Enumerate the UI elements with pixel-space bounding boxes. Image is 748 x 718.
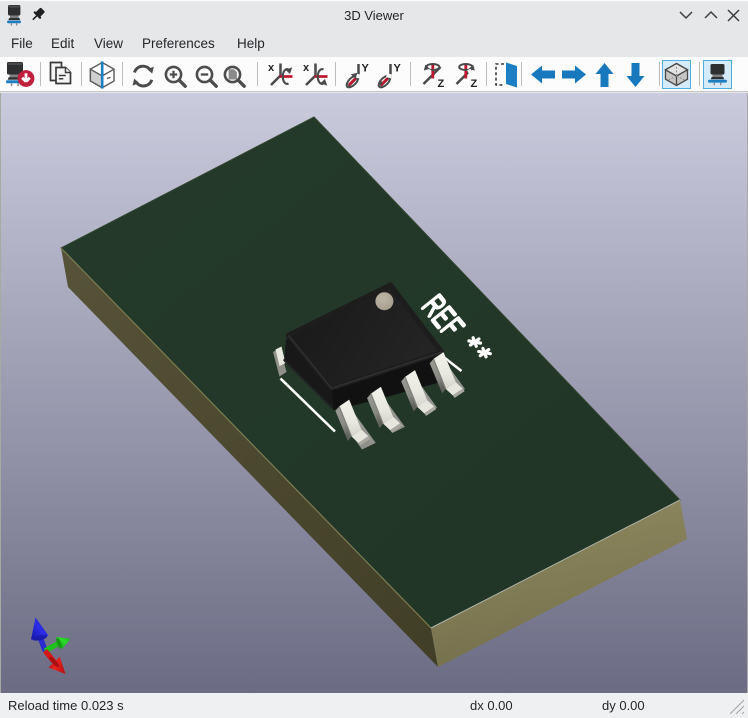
- svg-text:Y: Y: [394, 63, 402, 75]
- svg-text:x: x: [303, 62, 310, 74]
- svg-text:Y: Y: [362, 63, 370, 75]
- svg-text:Z: Z: [438, 78, 445, 89]
- svg-text:x: x: [268, 62, 275, 74]
- svg-text:Z: Z: [471, 78, 478, 89]
